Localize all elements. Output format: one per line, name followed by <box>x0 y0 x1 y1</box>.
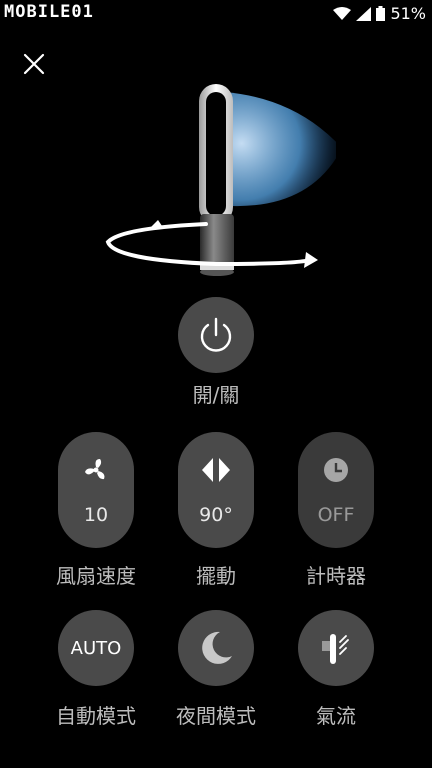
airflow-button[interactable] <box>298 610 374 686</box>
signal-icon <box>356 6 372 21</box>
fan-illustration <box>96 78 342 278</box>
airflow-icon <box>322 634 349 664</box>
airflow-label: 氣流 <box>316 704 356 728</box>
wifi-icon <box>333 6 352 20</box>
oscillation-value: 90° <box>199 504 233 526</box>
clock-icon <box>324 458 348 482</box>
fan-speed-value: 10 <box>83 504 109 526</box>
fan-icon <box>85 459 105 480</box>
fan-speed-button[interactable]: 10 <box>58 432 134 548</box>
auto-mode-label: 自動模式 <box>56 704 136 728</box>
auto-mode-button[interactable]: AUTO <box>58 610 134 686</box>
status-icons: 51% <box>333 4 426 23</box>
timer-label: 計時器 <box>306 564 366 588</box>
battery-icon <box>376 6 386 21</box>
status-bar: MOBILE01 51% <box>0 0 432 30</box>
auto-mode-text: AUTO <box>70 637 122 659</box>
battery-percent: 51% <box>390 4 426 23</box>
power-label: 開/關 <box>192 383 240 407</box>
night-mode-button[interactable] <box>178 610 254 686</box>
close-icon <box>23 53 45 75</box>
moon-icon <box>202 631 232 664</box>
timer-value: OFF <box>317 504 355 526</box>
fan-speed-label: 風扇速度 <box>56 564 136 588</box>
night-mode-label: 夜間模式 <box>176 704 256 728</box>
oscillation-button[interactable]: 90° <box>178 432 254 548</box>
timer-button[interactable]: OFF <box>298 432 374 548</box>
oscillation-label: 擺動 <box>196 564 236 588</box>
power-icon <box>200 317 232 352</box>
oscillation-icon <box>202 458 230 482</box>
close-button[interactable] <box>20 50 48 78</box>
power-button[interactable] <box>178 297 254 373</box>
watermark-logo: MOBILE01 <box>4 2 94 22</box>
